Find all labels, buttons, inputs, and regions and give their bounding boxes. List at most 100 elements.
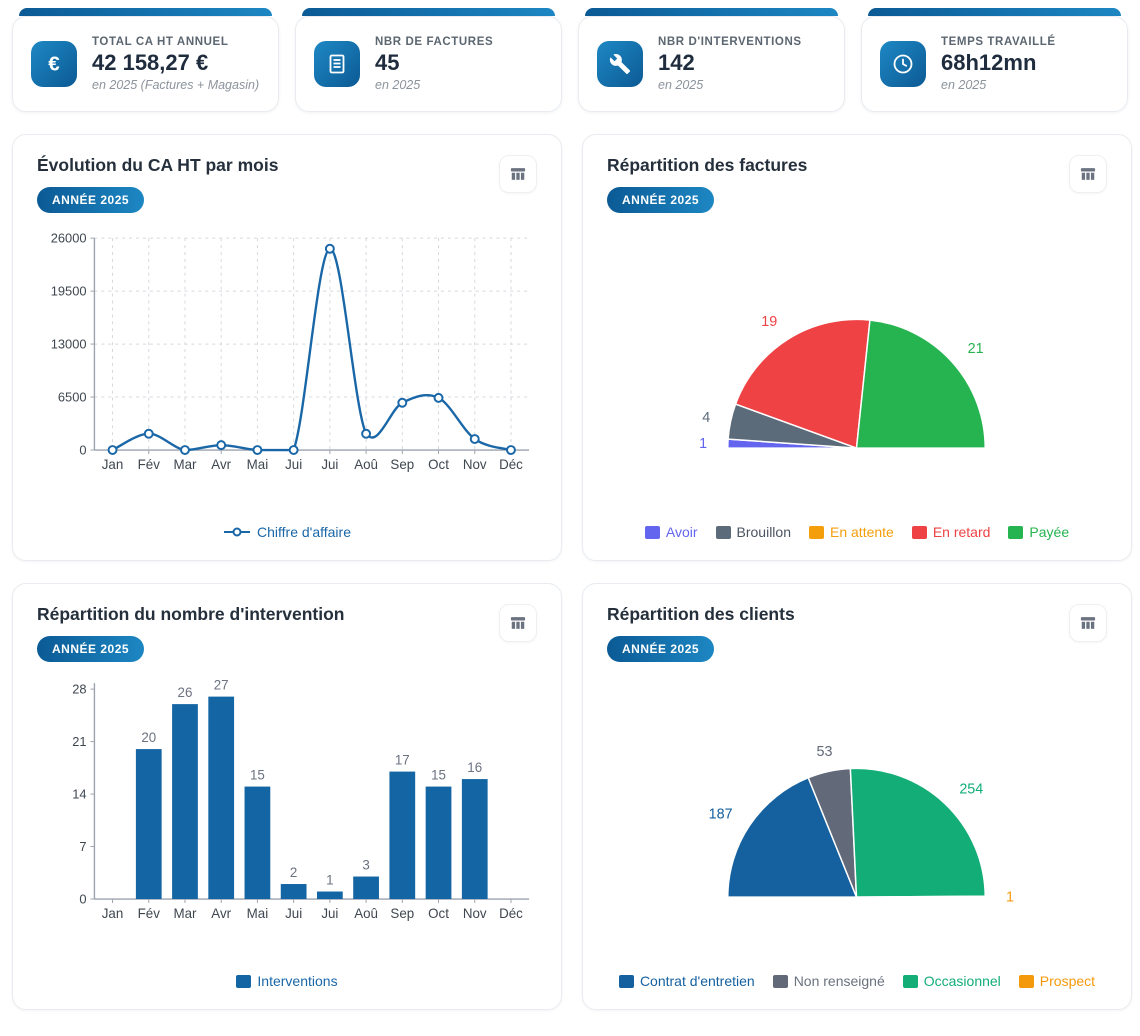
- svg-text:53: 53: [817, 744, 833, 760]
- svg-text:16: 16: [467, 760, 482, 775]
- legend-item[interactable]: Non renseigné: [773, 973, 885, 989]
- svg-text:1: 1: [326, 873, 333, 888]
- svg-text:13000: 13000: [51, 337, 87, 352]
- chart-type-button[interactable]: [1069, 155, 1107, 193]
- kpi-label: NBR D'INTERVENTIONS: [658, 36, 802, 48]
- year-badge: ANNÉE 2025: [607, 187, 714, 213]
- svg-text:Déc: Déc: [499, 906, 523, 921]
- svg-text:Avr: Avr: [211, 906, 231, 921]
- year-badge: ANNÉE 2025: [607, 636, 714, 662]
- charts-grid: Évolution du CA HT par mois ANNÉE 2025 0…: [12, 134, 1128, 1010]
- table-columns-icon: [1078, 613, 1098, 633]
- svg-text:17: 17: [395, 753, 410, 768]
- legend-swatch-icon: [716, 526, 731, 539]
- svg-text:Jui: Jui: [285, 906, 302, 921]
- chart-type-button[interactable]: [1069, 604, 1107, 642]
- chart-legend: Chiffre d'affaire: [37, 524, 537, 542]
- legend-label: Prospect: [1040, 973, 1095, 989]
- svg-text:Mar: Mar: [173, 906, 197, 921]
- svg-text:1: 1: [699, 436, 707, 452]
- dashboard-page: € TOTAL CA HT ANNUEL 42 158,27 € en 2025…: [0, 0, 1140, 1026]
- svg-text:1: 1: [1006, 890, 1014, 906]
- kpi-label: TOTAL CA HT ANNUEL: [92, 36, 259, 48]
- card-repartition-factures: Répartition des factures ANNÉE 2025 1419…: [582, 134, 1132, 561]
- wrench-icon: [597, 41, 643, 87]
- table-columns-icon: [508, 613, 528, 633]
- legend-label: En retard: [933, 524, 991, 540]
- legend-item[interactable]: En attente: [809, 524, 894, 540]
- legend-swatch-icon: [619, 975, 634, 988]
- kpi-label: NBR DE FACTURES: [375, 36, 493, 48]
- table-columns-icon: [508, 164, 528, 184]
- legend-item[interactable]: En retard: [912, 524, 991, 540]
- chart-legend: Avoir Brouillon En attente En retard Payée: [607, 524, 1107, 542]
- kpi-accent-bar: [868, 8, 1121, 16]
- invoice-icon: [314, 41, 360, 87]
- svg-text:26: 26: [178, 685, 193, 700]
- svg-text:Déc: Déc: [499, 457, 523, 472]
- svg-text:26000: 26000: [51, 231, 87, 246]
- svg-text:0: 0: [79, 891, 86, 906]
- legend-item[interactable]: Interventions: [236, 973, 337, 989]
- legend-label: En attente: [830, 524, 894, 540]
- legend-label: Interventions: [257, 973, 337, 989]
- svg-text:Fév: Fév: [138, 457, 161, 472]
- svg-text:14: 14: [72, 787, 86, 802]
- legend-label: Avoir: [666, 524, 698, 540]
- legend-item[interactable]: Prospect: [1019, 973, 1095, 989]
- year-badge: ANNÉE 2025: [37, 187, 144, 213]
- legend-item[interactable]: Brouillon: [716, 524, 791, 540]
- legend-item[interactable]: Occasionnel: [903, 973, 1001, 989]
- svg-text:Nov: Nov: [463, 457, 487, 472]
- factures-half-pie-chart: 141921: [607, 257, 1107, 457]
- kpi-value: 45: [375, 50, 493, 76]
- kpi-accent-bar: [302, 8, 555, 16]
- legend-item[interactable]: Chiffre d'affaire: [223, 524, 351, 540]
- euro-icon: €: [31, 41, 77, 87]
- kpi-accent-bar: [585, 8, 838, 16]
- legend-swatch-icon: [236, 975, 251, 988]
- ca-line-chart: 06500130001950026000JanFévMarAvrMaiJuiJu…: [37, 223, 537, 481]
- kpi-card-temps: TEMPS TRAVAILLÉ 68h12mn en 2025: [861, 8, 1128, 112]
- svg-text:28: 28: [72, 682, 86, 697]
- chart-legend: Interventions: [37, 973, 537, 991]
- kpi-value: 68h12mn: [941, 50, 1056, 76]
- svg-text:€: €: [48, 53, 60, 76]
- legend-label: Occasionnel: [924, 973, 1001, 989]
- chart-type-button[interactable]: [499, 155, 537, 193]
- kpi-subtitle: en 2025: [658, 78, 802, 92]
- table-columns-icon: [1078, 164, 1098, 184]
- svg-text:Jui: Jui: [321, 457, 338, 472]
- legend-label: Payée: [1029, 524, 1069, 540]
- legend-swatch-icon: [809, 526, 824, 539]
- card-repartition-clients: Répartition des clients ANNÉE 2025 187 53…: [582, 583, 1132, 1010]
- legend-label: Chiffre d'affaire: [257, 524, 351, 540]
- kpi-card-factures: NBR DE FACTURES 45 en 2025: [295, 8, 562, 112]
- svg-text:Sep: Sep: [390, 457, 414, 472]
- card-repartition-interventions: Répartition du nombre d'intervention ANN…: [12, 583, 562, 1010]
- svg-text:21: 21: [968, 341, 984, 357]
- svg-text:Aoû: Aoû: [354, 906, 378, 921]
- svg-text:Sep: Sep: [390, 906, 414, 921]
- svg-text:187: 187: [709, 806, 733, 822]
- card-title: Répartition des clients: [607, 604, 795, 625]
- svg-text:Oct: Oct: [428, 906, 449, 921]
- svg-text:Aoû: Aoû: [354, 457, 378, 472]
- legend-label: Brouillon: [737, 524, 791, 540]
- kpi-subtitle: en 2025: [375, 78, 493, 92]
- legend-item[interactable]: Avoir: [645, 524, 698, 540]
- line-marker-icon: [223, 526, 251, 538]
- svg-text:Jan: Jan: [102, 457, 124, 472]
- year-badge: ANNÉE 2025: [37, 636, 144, 662]
- legend-swatch-icon: [773, 975, 788, 988]
- legend-label: Contrat d'entretien: [640, 973, 755, 989]
- kpi-value: 42 158,27 €: [92, 50, 259, 76]
- kpi-row: € TOTAL CA HT ANNUEL 42 158,27 € en 2025…: [12, 8, 1128, 112]
- kpi-subtitle: en 2025 (Factures + Magasin): [92, 78, 259, 92]
- legend-item[interactable]: Payée: [1008, 524, 1069, 540]
- svg-text:19500: 19500: [51, 284, 87, 299]
- legend-item[interactable]: Contrat d'entretien: [619, 973, 755, 989]
- chart-type-button[interactable]: [499, 604, 537, 642]
- card-title: Répartition des factures: [607, 155, 807, 176]
- legend-swatch-icon: [1019, 975, 1034, 988]
